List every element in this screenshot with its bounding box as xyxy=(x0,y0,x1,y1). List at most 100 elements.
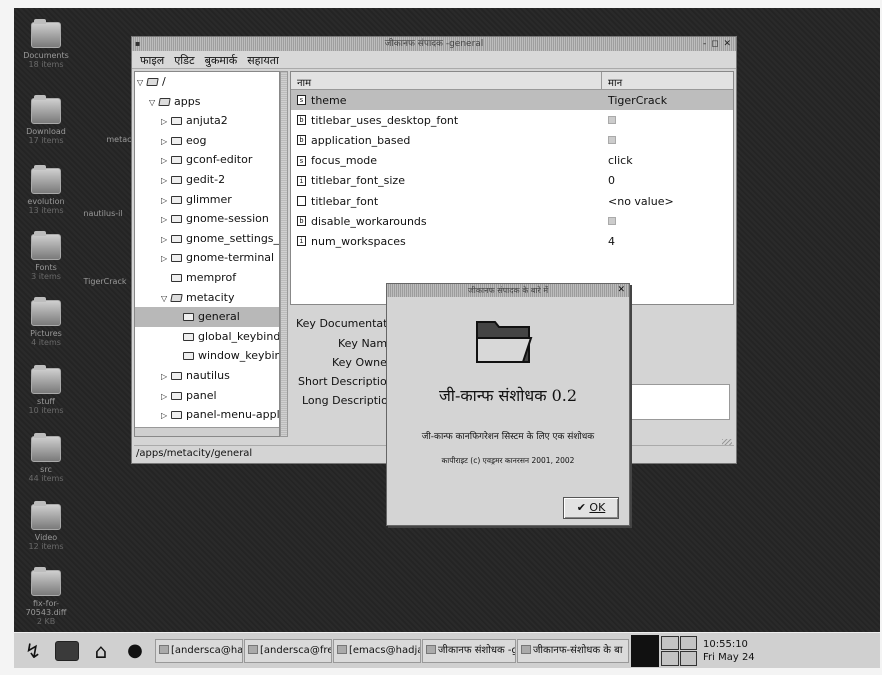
tree-node-label: window_keybin xyxy=(198,349,280,363)
column-header-value[interactable]: मान xyxy=(602,72,733,89)
expander-icon[interactable]: ▽ xyxy=(161,289,171,309)
workspace-pager-active[interactable] xyxy=(631,634,659,667)
desktop-icon[interactable]: Documents 18 items xyxy=(16,19,76,69)
taskbar-button[interactable]: जीकानफ-संशोधक के बा xyxy=(517,638,629,663)
tree-node[interactable]: ▽ metacity xyxy=(135,288,279,308)
gnome-foot-icon: ↯ xyxy=(24,638,42,663)
tree-node-label: memprof xyxy=(186,270,237,284)
expander-icon[interactable]: ▷ xyxy=(161,367,171,387)
desktop-icon[interactable]: evolution 13 items xyxy=(16,165,76,215)
desktop-icon[interactable]: Pictures 4 items xyxy=(16,297,76,347)
expander-icon[interactable]: ▷ xyxy=(161,249,171,269)
doc-long-desc-label: Long Description: xyxy=(302,394,399,407)
tree-node[interactable]: memprof xyxy=(135,268,279,288)
boolean-checkbox[interactable] xyxy=(608,115,616,124)
key-row[interactable]: s theme TigerCrack xyxy=(291,90,733,111)
pane-divider[interactable] xyxy=(280,71,288,437)
key-row[interactable]: titlebar_font <no value> xyxy=(291,191,733,211)
tree-node[interactable]: ▷ gnome-session xyxy=(135,209,279,229)
terminal-launcher[interactable] xyxy=(52,637,82,665)
menu-item[interactable]: फाइल xyxy=(140,53,164,67)
column-header-name[interactable]: नाम xyxy=(291,72,602,89)
close-icon[interactable]: ✕ xyxy=(617,284,625,297)
directory-tree[interactable]: ▽ / ▽ apps ▷ anjuta2 ▷ eog ▷ gconf-editor ▷ gedit-2… xyxy=(134,71,280,437)
about-titlebar[interactable]: जीकानफ संपादक के बारे में ✕ xyxy=(387,284,629,297)
key-row[interactable]: i titlebar_font_size 0 xyxy=(291,171,733,191)
expander-icon[interactable]: ▷ xyxy=(161,387,171,407)
tree-node[interactable]: ▷ nautilus xyxy=(135,366,279,386)
tree-node[interactable]: global_keybindi xyxy=(135,327,279,347)
desktop-icon-sublabel: 3 items xyxy=(31,272,61,281)
key-list[interactable]: नाम मान s theme TigerCrack b titlebar_uses_d… xyxy=(290,71,734,305)
tree-node-label: gnome-terminal xyxy=(186,251,275,265)
tree-node[interactable]: window_keybin xyxy=(135,346,279,366)
tree-node[interactable]: ▷ gnome_settings_d xyxy=(135,229,279,249)
tree-node[interactable]: ▷ eog xyxy=(135,131,279,151)
clock[interactable]: 10:55:10 Fri May 24 xyxy=(703,638,755,664)
boolean-checkbox[interactable] xyxy=(608,135,616,144)
desktop-icon[interactable]: Video 12 items xyxy=(16,501,76,551)
desktop-icon[interactable]: stuff 10 items xyxy=(16,365,76,415)
window-controls[interactable]: - ◻ ✕ xyxy=(703,37,732,51)
window-menu-icon[interactable]: ▪ xyxy=(135,37,140,51)
browser-launcher[interactable]: ● xyxy=(120,637,150,665)
taskbar-button[interactable]: [andersca@freedom xyxy=(244,638,332,663)
taskbar-button[interactable]: [andersca@hadjaha xyxy=(155,638,243,663)
tree-node[interactable]: ▷ glimmer xyxy=(135,190,279,210)
taskbar-button[interactable]: जीकानफ संशोधक -gen xyxy=(422,638,516,663)
tree-node-label: global_keybindi xyxy=(198,329,280,343)
expander-icon[interactable]: ▷ xyxy=(161,191,171,211)
tree-node[interactable]: ▽ apps xyxy=(135,92,279,112)
tree-node-label: panel xyxy=(186,388,217,402)
expander-icon[interactable]: ▷ xyxy=(161,230,171,250)
menu-item[interactable]: बुकमार्क xyxy=(205,53,238,67)
expander-icon[interactable]: ▷ xyxy=(161,406,171,426)
key-name: titlebar_font_size xyxy=(311,174,405,188)
tree-node[interactable]: general xyxy=(135,307,279,327)
folder-icon xyxy=(171,117,182,126)
boolean-checkbox[interactable] xyxy=(608,216,616,225)
taskbar-label: [andersca@hadjaha xyxy=(171,644,243,656)
window-titlebar[interactable]: ▪ जीकानफ संपादक -general - ◻ ✕ xyxy=(132,37,736,51)
bottom-panel: ↯ ⌂ ● [andersca@hadjaha [andersca@freedom… xyxy=(14,632,880,668)
tree-node[interactable]: ▽ / xyxy=(135,72,279,92)
workspace-pager[interactable] xyxy=(661,635,697,666)
key-row[interactable]: s focus_mode click xyxy=(291,151,733,171)
expander-icon[interactable]: ▷ xyxy=(161,210,171,230)
gnome-menu-button[interactable]: ↯ xyxy=(18,637,48,665)
key-row[interactable]: b disable_workarounds xyxy=(291,211,733,231)
tree-node-label: gnome_settings_d xyxy=(186,231,280,245)
desktop-icon[interactable]: fix-for-70543.diff 2 KB xyxy=(16,567,76,626)
taskbar-button[interactable]: [emacs@hadjaha.h xyxy=(333,638,421,663)
expander-icon[interactable]: ▽ xyxy=(137,73,147,93)
expander-icon[interactable]: ▷ xyxy=(161,171,171,191)
tree-node[interactable]: ▷ gnome-terminal xyxy=(135,248,279,268)
tree-horizontal-scrollbar[interactable] xyxy=(135,427,279,436)
menu-item[interactable]: एडिट xyxy=(174,53,194,67)
key-value: <no value> xyxy=(608,194,674,208)
folder-icon xyxy=(31,19,61,48)
tree-node[interactable]: ▷ gedit-2 xyxy=(135,170,279,190)
desktop-label-tigercrack[interactable]: TigerCrack xyxy=(80,274,130,286)
key-name: titlebar_font xyxy=(311,194,379,208)
tree-node[interactable]: ▷ panel-menu-apple xyxy=(135,405,279,425)
ok-button[interactable]: ✔ OK xyxy=(563,497,619,519)
key-row[interactable]: i num_workspaces 4 xyxy=(291,231,733,251)
tree-node-label: glimmer xyxy=(186,192,232,206)
folder-icon xyxy=(171,234,182,243)
desktop-icon[interactable]: src 44 items xyxy=(16,433,76,483)
tree-node[interactable]: ▷ gconf-editor xyxy=(135,150,279,170)
expander-icon[interactable]: ▷ xyxy=(161,112,171,132)
tree-node[interactable]: ▷ anjuta2 xyxy=(135,111,279,131)
desktop-label-nautilus[interactable]: nautilus-il xyxy=(78,206,128,218)
key-row[interactable]: b titlebar_uses_desktop_font xyxy=(291,110,733,130)
menu-item[interactable]: सहायता xyxy=(247,53,279,67)
desktop-icon[interactable]: Download 17 items xyxy=(16,95,76,145)
home-launcher[interactable]: ⌂ xyxy=(86,637,116,665)
tree-node[interactable]: ▷ panel xyxy=(135,386,279,406)
expander-icon[interactable]: ▽ xyxy=(149,93,159,113)
key-row[interactable]: b application_based xyxy=(291,130,733,150)
expander-icon[interactable]: ▷ xyxy=(161,151,171,171)
expander-icon[interactable]: ▷ xyxy=(161,132,171,152)
desktop-icon[interactable]: Fonts 3 items xyxy=(16,231,76,281)
